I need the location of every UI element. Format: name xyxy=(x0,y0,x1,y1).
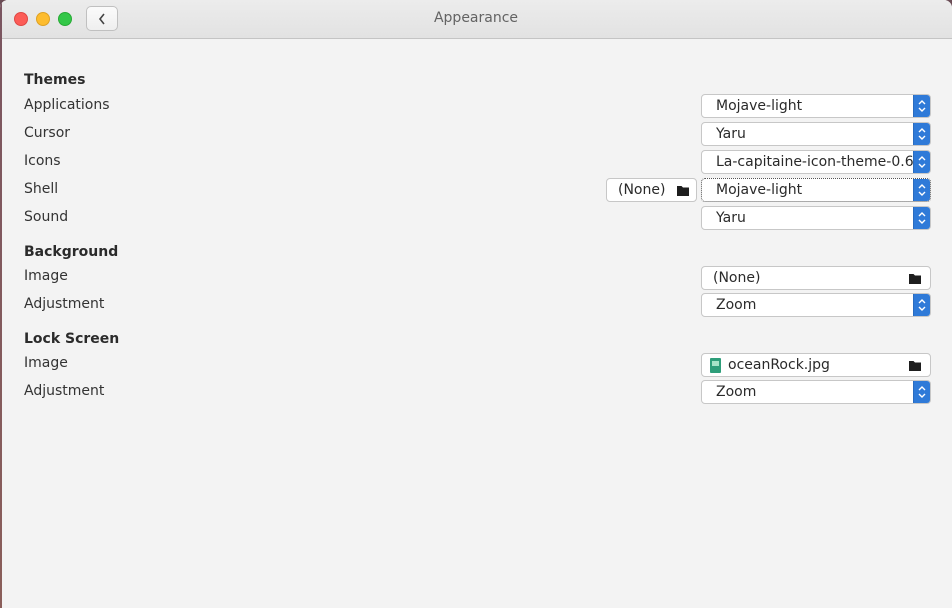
folder-icon xyxy=(909,361,921,371)
up-down-arrows-icon xyxy=(913,151,930,173)
themes-heading: Themes xyxy=(24,72,86,88)
background-adjustment-label: Adjustment xyxy=(24,296,105,312)
title-bar: Appearance xyxy=(0,0,952,39)
lock-screen-heading: Lock Screen xyxy=(24,331,120,347)
sound-theme-select[interactable]: Yaru xyxy=(701,206,931,230)
cursor-theme-select[interactable]: Yaru xyxy=(701,122,931,146)
up-down-arrows-icon xyxy=(913,381,930,403)
shell-file-value: (None) xyxy=(618,182,666,198)
lock-screen-image-label: Image xyxy=(24,355,68,371)
icons-theme-value: La-capitaine-icon-theme-0.6.1 xyxy=(716,154,916,170)
shell-label: Shell xyxy=(24,181,59,197)
up-down-arrows-icon xyxy=(913,95,930,117)
lock-screen-adjustment-value: Zoom xyxy=(716,384,757,400)
background-image-file-chooser[interactable]: (None) xyxy=(701,266,931,290)
background-image-label: Image xyxy=(24,268,68,284)
lock-screen-adjustment-label: Adjustment xyxy=(24,383,105,399)
up-down-arrows-icon xyxy=(913,294,930,316)
image-file-icon xyxy=(710,358,721,373)
background-heading: Background xyxy=(24,244,119,260)
background-adjustment-select[interactable]: Zoom xyxy=(701,293,931,317)
appearance-window: Appearance Themes Applications Mojave-li… xyxy=(0,0,952,608)
icons-theme-select[interactable]: La-capitaine-icon-theme-0.6.1 xyxy=(701,150,931,174)
lock-screen-adjustment-select[interactable]: Zoom xyxy=(701,380,931,404)
shell-file-chooser[interactable]: (None) xyxy=(606,178,697,202)
applications-label: Applications xyxy=(24,97,110,113)
sound-theme-value: Yaru xyxy=(716,210,746,226)
background-image-value: (None) xyxy=(713,270,761,286)
lock-screen-image-value: oceanRock.jpg xyxy=(728,357,830,373)
cursor-label: Cursor xyxy=(24,125,71,141)
up-down-arrows-icon xyxy=(913,123,930,145)
shell-theme-value: Mojave-light xyxy=(716,182,803,198)
shell-theme-select[interactable]: Mojave-light xyxy=(701,178,931,202)
cursor-theme-value: Yaru xyxy=(716,126,746,142)
lock-screen-image-file-chooser[interactable]: oceanRock.jpg xyxy=(701,353,931,377)
background-adjustment-value: Zoom xyxy=(716,297,757,313)
window-title: Appearance xyxy=(433,10,519,26)
up-down-arrows-icon xyxy=(913,207,930,229)
applications-theme-select[interactable]: Mojave-light xyxy=(701,94,931,118)
folder-icon xyxy=(909,274,921,284)
up-down-arrows-icon xyxy=(913,179,930,201)
folder-icon xyxy=(677,186,689,196)
sound-label: Sound xyxy=(24,209,69,225)
icons-label: Icons xyxy=(24,153,61,169)
applications-theme-value: Mojave-light xyxy=(716,98,803,114)
